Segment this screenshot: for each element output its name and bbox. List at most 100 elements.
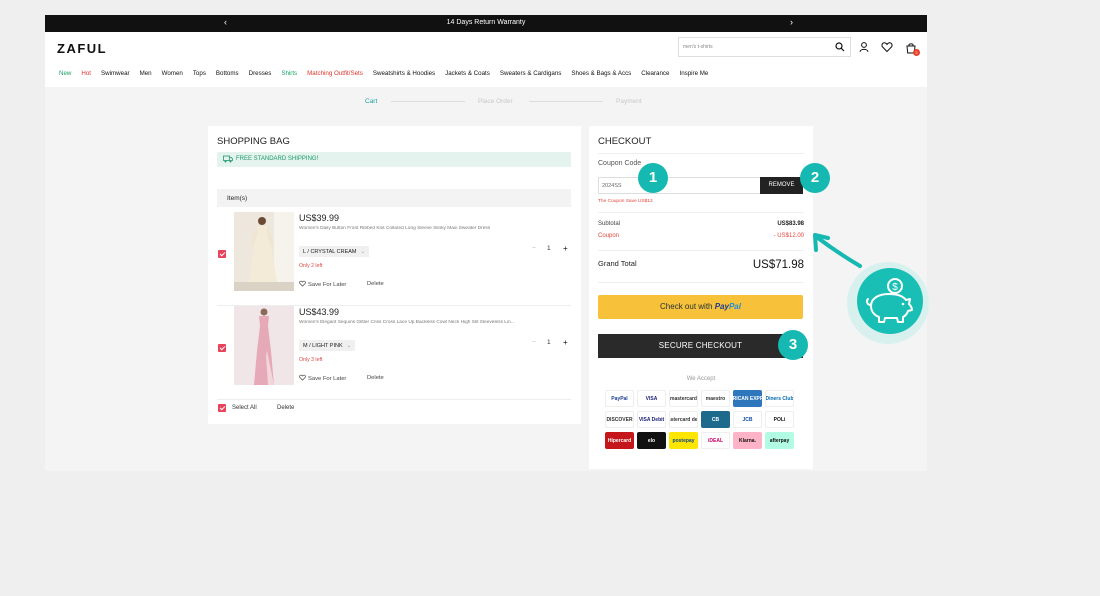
we-accept-label: We Accept [686,376,716,382]
cart-count-badge: 2 [913,49,920,56]
qty-plus-button[interactable]: + [563,244,568,253]
variant-selector[interactable]: L / CRYSTAL CREAM ⌄ [299,246,370,257]
pink-dress-image [234,306,294,385]
item-checkbox[interactable] [218,344,226,352]
nav-item[interactable]: Hot [81,70,91,77]
shopping-bag-panel: SHOPPING BAG FREE STANDARD SHIPPING! Ite… [208,126,581,424]
cream-dress-image [234,212,294,291]
item-description[interactable]: Women's Elegant Sequins Glitter Criss Cr… [299,320,569,325]
payment-method-logo: Hipercard [605,432,634,449]
step-place-order: Place Order [478,98,513,105]
search-icon[interactable] [835,42,845,52]
nav-item[interactable]: Swimwear [101,70,130,77]
chevron-down-icon: ⌄ [360,248,366,255]
nav-item[interactable]: Matching Outfit/Sets [307,70,363,77]
nav-item[interactable]: Dresses [249,70,272,77]
nav-item[interactable]: Inspire Me [679,70,708,77]
step-cart: Cart [365,98,378,105]
variant-selector[interactable]: M / LIGHT PINK ⌄ [299,340,356,351]
search-box[interactable] [678,37,851,57]
items-header-label: Item(s) [227,195,248,202]
divider [598,153,804,154]
nav-item[interactable]: Women [162,70,183,77]
qty-value[interactable]: 1 [547,339,551,346]
secure-checkout-button[interactable]: SECURE CHECKOUT [598,334,803,358]
step-divider [391,101,465,102]
item-divider [217,399,571,400]
payment-methods-grid: PayPalVISAmastercardmaestroAMERICAN EXPR… [605,390,799,449]
qty-minus-button[interactable]: − [532,339,536,346]
subtotal-value: US$83.98 [777,221,804,227]
product-image[interactable] [234,306,294,385]
promo-bar: ‹ 14 Days Return Warranty › [45,15,927,32]
payment-method-logo: PayPal [605,390,634,407]
nav-item[interactable]: Clearance [641,70,669,77]
promo-next-arrow-icon[interactable]: › [790,17,793,27]
paypal-logo: PayPal [714,302,741,311]
step-1-callout: 1 [638,163,668,193]
cart-button[interactable]: 2 [905,41,920,56]
piggy-bank-badge: $ [857,268,923,334]
coupon-savings-message: The Coupon Save US$12 [598,199,653,204]
qty-minus-button[interactable]: − [532,245,536,252]
pointer-arrow-icon [813,233,862,268]
account-icon[interactable] [858,41,870,53]
save-for-later-button[interactable]: Save For Later [299,280,346,288]
payment-method-logo: CB [701,411,730,428]
delete-selected-button[interactable]: Delete [277,405,294,411]
promo-message[interactable]: 14 Days Return Warranty [45,19,927,26]
divider [598,282,804,283]
step-divider [529,101,603,102]
item-checkbox[interactable] [218,250,226,258]
checkout-panel: CHECKOUT Coupon Code REMOVE The Coupon S… [589,126,813,469]
item-description[interactable]: Women's Daily Button Front Ribbed Knit C… [299,226,569,231]
stock-warning: Only 3 left [299,357,323,363]
save-for-later-label: Save For Later [308,282,347,288]
nav-item[interactable]: Sweaters & Cardigans [500,70,562,77]
step-3-callout: 3 [778,330,808,360]
delete-item-button[interactable]: Delete [367,281,384,287]
coupon-row: Coupon - US$12.00 [598,233,804,239]
paypal-button-label: Check out with [660,302,713,311]
nav-item[interactable]: New [59,70,71,77]
save-for-later-button[interactable]: Save For Later [299,374,346,382]
piggy-bank-icon: $ [866,278,913,323]
chevron-down-icon: ⌄ [346,342,352,349]
payment-method-logo: afterpay [765,432,794,449]
search-input[interactable] [683,41,828,53]
payment-method-logo: mastercard debit [669,411,698,428]
free-shipping-text: FREE STANDARD SHIPPING! [236,156,319,162]
site-logo[interactable]: ZAFUL [57,41,107,56]
nav-item[interactable]: Sweatshirts & Hoodies [373,70,435,77]
nav-item[interactable]: Shirts [281,70,297,77]
browser-page: ‹ 14 Days Return Warranty › ZAFUL 2 New H… [45,15,927,471]
quantity-stepper: − 1 + [532,338,572,349]
select-all-checkbox[interactable] [218,404,226,412]
variant-label: M / LIGHT PINK [303,342,343,349]
nav-item[interactable]: Jackets & Coats [445,70,490,77]
nav-item[interactable]: Bottoms [216,70,239,77]
payment-method-logo: iDEAL [701,432,730,449]
qty-plus-button[interactable]: + [563,338,568,347]
coupon-code-label: Coupon Code [598,160,642,167]
nav-item[interactable]: Shoes & Bags & Accs [571,70,631,77]
coupon-code-input[interactable] [598,177,761,194]
nav-item[interactable]: Tops [193,70,206,77]
paypal-checkout-button[interactable]: Check out with PayPal [598,295,803,319]
product-image[interactable] [234,212,294,291]
grand-total-label: Grand Total [598,259,637,268]
subtotal-label: Subtotal [598,221,621,227]
payment-method-logo: VISA Debit [637,411,666,428]
divider [598,212,804,213]
qty-value[interactable]: 1 [547,245,551,252]
payment-method-logo: VISA [637,390,666,407]
remove-coupon-button[interactable]: REMOVE [760,177,803,194]
coupon-row-label: Coupon [598,233,620,239]
step-payment: Payment [616,98,642,105]
wishlist-heart-icon[interactable] [881,41,893,53]
nav-item[interactable]: Men [140,70,152,77]
delete-item-button[interactable]: Delete [367,375,384,381]
select-all-label[interactable]: Select All [232,405,257,411]
items-header: Item(s) [217,189,571,207]
divider [598,250,804,251]
